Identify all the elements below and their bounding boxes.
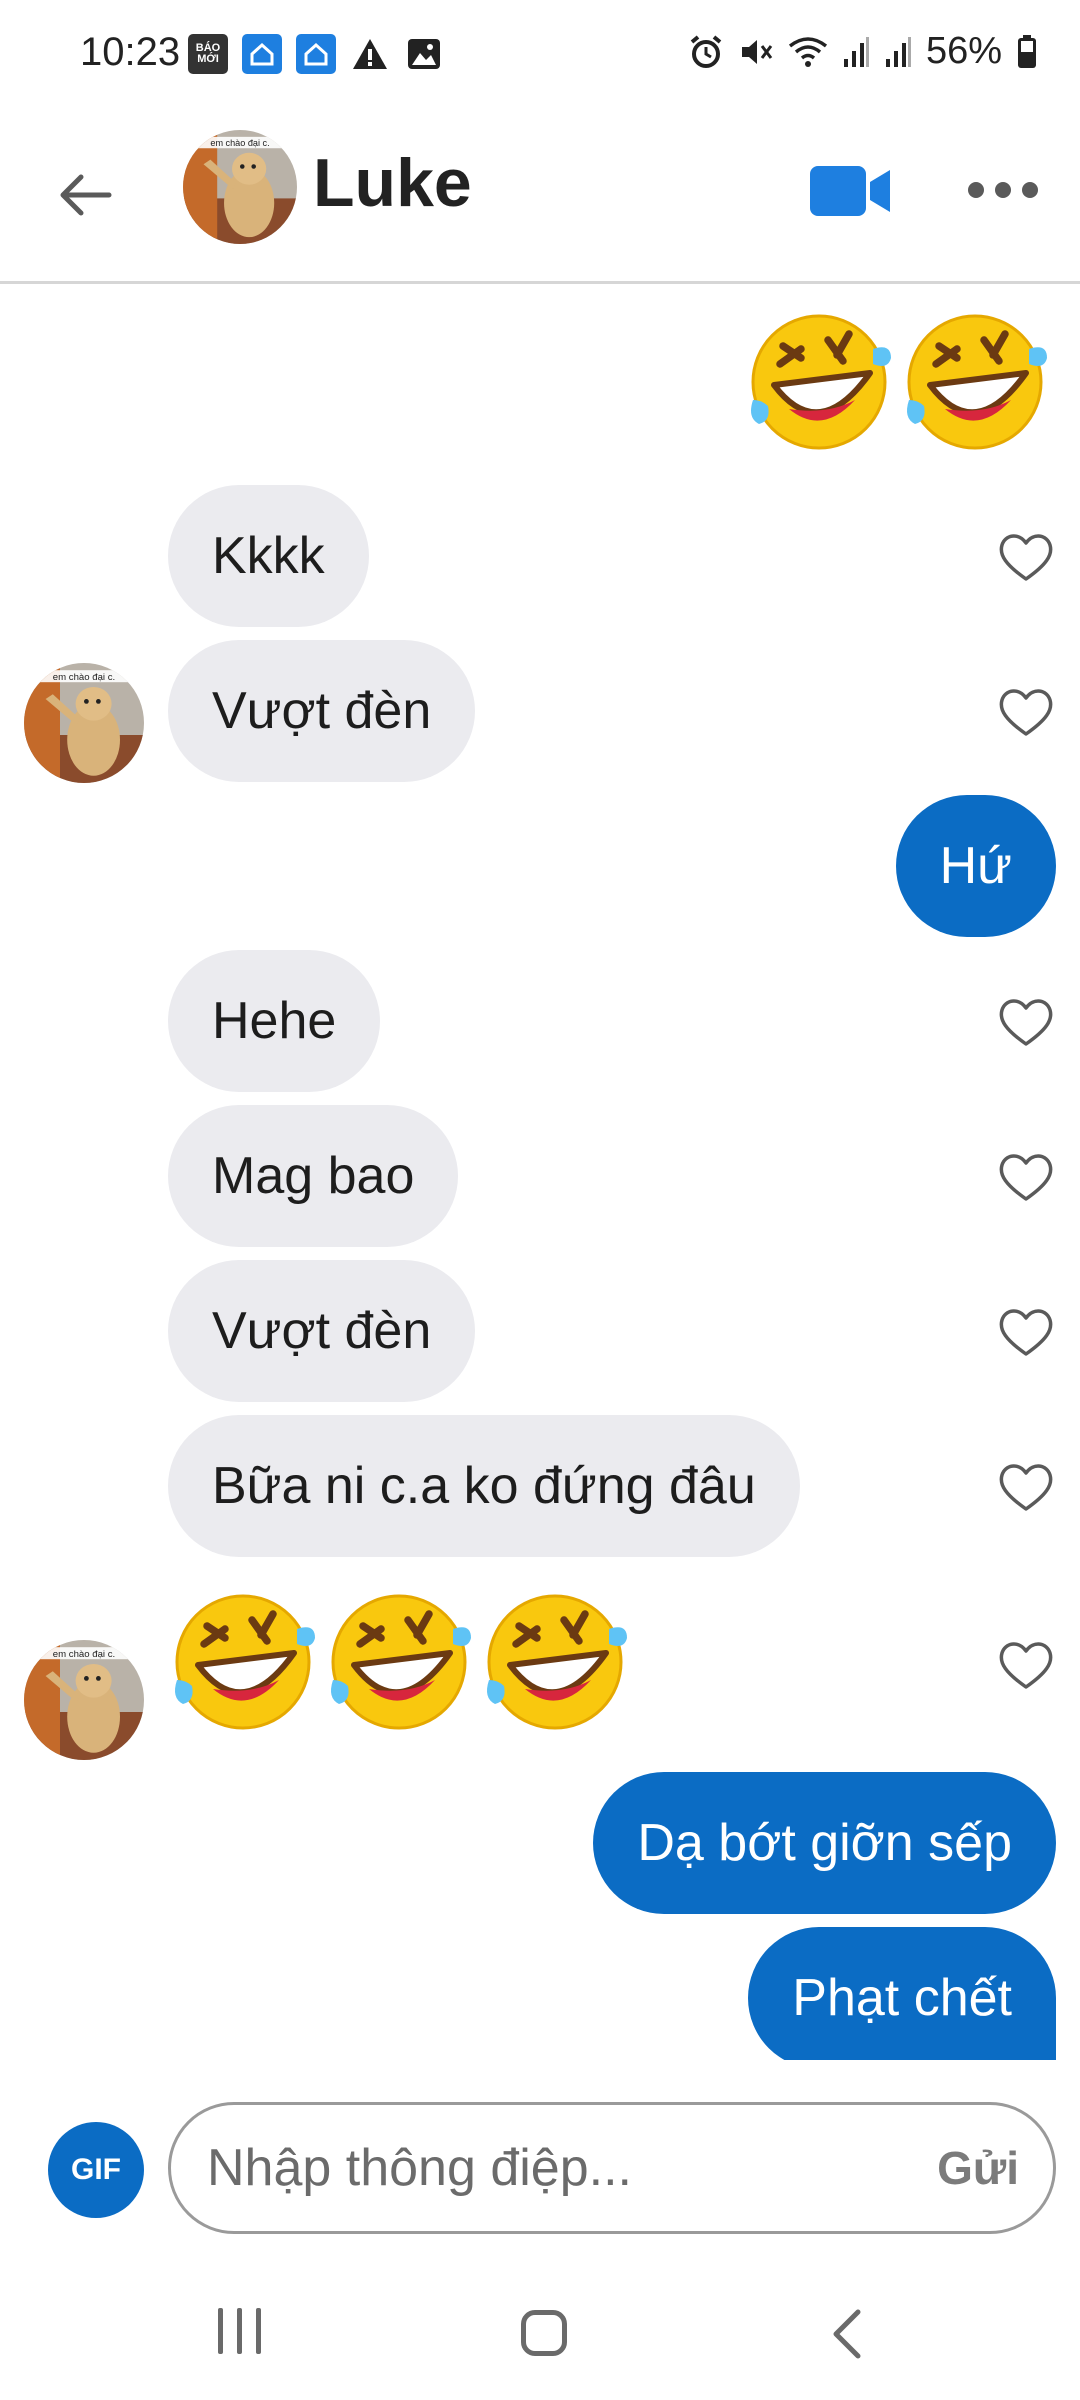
contact-avatar[interactable] [183, 130, 297, 244]
baomoi-icon: BÁO MỚI [188, 34, 228, 74]
sender-avatar[interactable] [24, 1640, 144, 1760]
home-icon[interactable] [521, 2310, 567, 2356]
heart-icon[interactable] [996, 994, 1056, 1050]
system-nav-bar [0, 2268, 1080, 2400]
notification-icons: BÁO MỚI [188, 34, 444, 74]
rofl-emoji [324, 1587, 474, 1737]
rofl-emoji [744, 307, 894, 457]
chat-header: Luke [0, 100, 1080, 284]
sender-avatar[interactable] [24, 663, 144, 783]
video-call-icon [810, 166, 890, 216]
alarm-icon [690, 34, 722, 68]
status-bar: 10:23 BÁO MỚI 56% [0, 0, 1080, 100]
signal-icon [885, 36, 911, 67]
heart-icon[interactable] [996, 1459, 1056, 1515]
incoming-message-bubble[interactable]: Bữa ni c.a ko đứng đâu [168, 1415, 800, 1557]
heart-icon[interactable] [996, 529, 1056, 585]
incoming-emoji-message[interactable] [168, 1587, 630, 1737]
outgoing-message-bubble[interactable]: Dạ bớt giỡn sếp [593, 1772, 1056, 1914]
home-notify-icon [242, 34, 282, 74]
battery-icon [1018, 34, 1036, 68]
gif-button[interactable]: GIF [48, 2122, 144, 2218]
heart-icon[interactable] [996, 684, 1056, 740]
outgoing-message-bubble[interactable]: Hứ [895, 795, 1056, 937]
incoming-message-bubble[interactable]: Kkkk [168, 485, 369, 627]
home-notify-icon [296, 34, 336, 74]
back-button[interactable] [50, 160, 120, 230]
status-time: 10:23 [80, 30, 181, 74]
heart-icon[interactable] [996, 1637, 1056, 1693]
incoming-message-bubble[interactable]: Mag bao [168, 1105, 459, 1247]
incoming-message-bubble[interactable]: Vượt đèn [168, 1260, 476, 1402]
recents-icon[interactable] [218, 2308, 261, 2354]
video-call-button[interactable] [808, 162, 894, 220]
message-list[interactable]: Kkkk Vượt đèn Hứ Hehe Mag bao Vượt đèn B… [0, 287, 1080, 2060]
back-arrow-icon [60, 174, 112, 216]
rofl-emoji [900, 307, 1050, 457]
heart-icon[interactable] [996, 1304, 1056, 1360]
system-icons: 56% [688, 30, 1038, 73]
rofl-emoji [168, 1587, 318, 1737]
outgoing-emoji-message[interactable] [744, 307, 1050, 457]
warning-icon [350, 34, 390, 74]
send-button[interactable]: Gửi [937, 2105, 1019, 2231]
battery-percent: 56% [925, 30, 1002, 72]
incoming-message-bubble[interactable]: Hehe [168, 950, 381, 1092]
rofl-emoji [480, 1587, 630, 1737]
signal-icon [843, 36, 869, 67]
gallery-icon [404, 34, 444, 74]
incoming-message-bubble[interactable]: Vượt đèn [168, 640, 476, 782]
contact-name[interactable]: Luke [313, 144, 472, 222]
wifi-icon [788, 36, 828, 67]
mute-icon [741, 39, 773, 64]
message-input[interactable] [205, 2105, 845, 2231]
outgoing-message-bubble[interactable]: Phạt chết [748, 1927, 1056, 2060]
message-composer: GIF Gửi [0, 2090, 1080, 2240]
messenger-screen: 10:23 BÁO MỚI 56% Luke Kkkk Vượt đèn Hứ … [0, 0, 1080, 2400]
more-options-button[interactable] [968, 170, 1038, 210]
more-icon [968, 182, 984, 198]
heart-icon[interactable] [996, 1149, 1056, 1205]
nav-back-icon[interactable] [828, 2308, 868, 2360]
message-field[interactable]: Gửi [168, 2102, 1056, 2234]
